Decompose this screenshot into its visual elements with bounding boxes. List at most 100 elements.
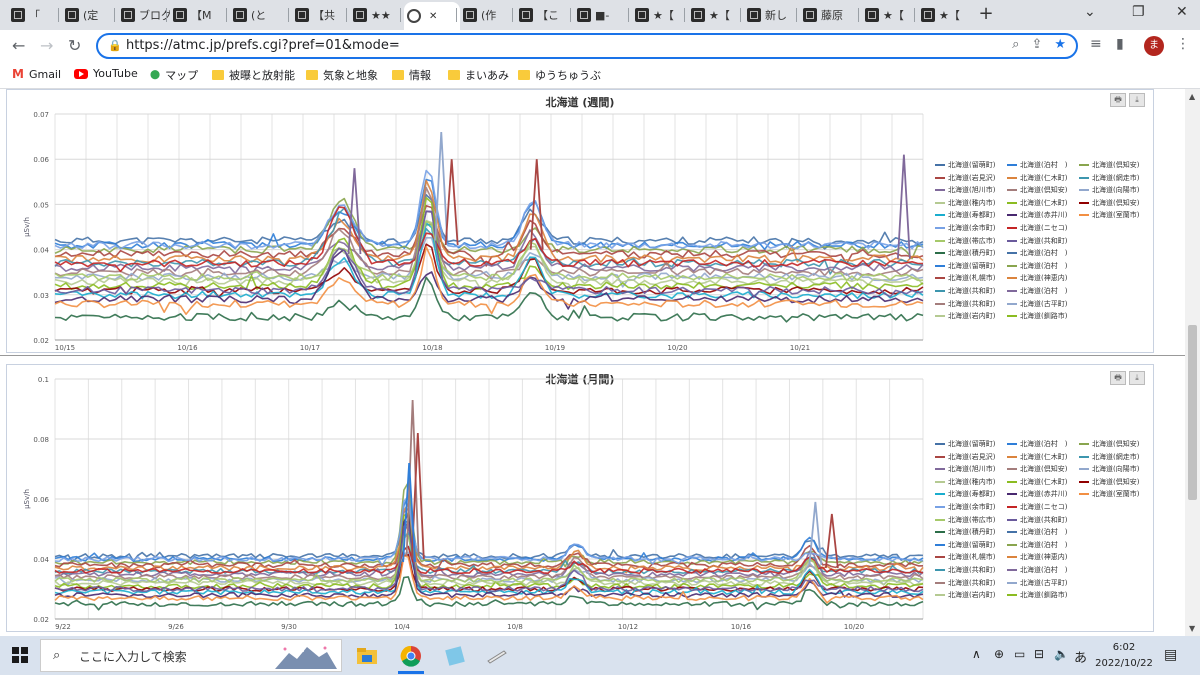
legend-item[interactable]: 北海道(室蘭市) [1079, 489, 1139, 499]
browser-tab[interactable]: 新し [744, 2, 796, 28]
legend-item[interactable]: 北海道(積丹町) [935, 527, 995, 537]
legend-item[interactable]: 北海道(古平町) [1007, 578, 1067, 588]
taskbar-search-box[interactable]: ⌕ ここに入力して検索 [40, 639, 342, 672]
legend-item[interactable]: 北海道(共和町) [1007, 236, 1067, 246]
legend-item[interactable]: 北海道(寿都町) [935, 489, 995, 499]
legend-item[interactable]: 北海道(余市町) [935, 502, 995, 512]
pen-app-icon[interactable] [486, 645, 508, 667]
bookmark-item[interactable]: 被曝と放射能 [212, 67, 295, 83]
legend-item[interactable]: 北海道(向陽市) [1079, 464, 1139, 474]
reload-icon[interactable]: ↻ [68, 36, 81, 55]
meet-now-icon[interactable]: ⊕ [994, 647, 1004, 661]
browser-tab[interactable]: (と [230, 2, 282, 28]
legend-item[interactable]: 北海道(仁木町) [1007, 173, 1067, 183]
browser-tab[interactable]: 【こ [516, 2, 568, 28]
legend-item[interactable]: 北海道(泊村 ) [1007, 439, 1067, 449]
browser-tab[interactable]: 【共 [292, 2, 344, 28]
browser-tab[interactable]: ★【 [918, 2, 970, 28]
browser-tab[interactable]: (定 [62, 2, 114, 28]
legend-item[interactable]: 北海道(岩見沢) [935, 452, 995, 462]
legend-item[interactable]: 北海道(ニセコ) [1007, 223, 1067, 233]
legend-item[interactable]: 北海道(ニセコ) [1007, 502, 1067, 512]
legend-item[interactable]: 北海道(稚内市) [935, 477, 995, 487]
legend-item[interactable]: 北海道(網走市) [1079, 173, 1139, 183]
legend-item[interactable]: 北海道(神恵内) [1007, 552, 1067, 562]
legend-item[interactable]: 北海道(共和町) [935, 286, 995, 296]
browser-tab[interactable]: 藤原 [800, 2, 852, 28]
legend-item[interactable]: 北海道(倶知安) [1007, 185, 1067, 195]
browser-tab[interactable]: ★★ [350, 2, 402, 28]
bookmark-item[interactable]: 情報 [392, 67, 431, 83]
legend-item[interactable]: 北海道(泊村 ) [1007, 248, 1067, 258]
browser-tab[interactable]: (作 [460, 2, 512, 28]
legend-item[interactable]: 北海道(岩見沢) [935, 173, 995, 183]
back-icon[interactable]: ← [12, 36, 25, 55]
legend-item[interactable]: 北海道(室蘭市) [1079, 210, 1139, 220]
bookmark-item[interactable]: まいあみ [448, 67, 509, 83]
forward-icon[interactable]: → [40, 36, 53, 55]
bookmark-star-icon[interactable]: ★ [1054, 37, 1066, 52]
legend-item[interactable]: 北海道(共和町) [935, 578, 995, 588]
legend-item[interactable]: 北海道(岩内町) [935, 590, 995, 600]
browser-tab[interactable]: ★【 [632, 2, 684, 28]
scroll-up-icon[interactable]: ▲ [1189, 92, 1195, 101]
legend-item[interactable]: 北海道(赤井川) [1007, 489, 1067, 499]
bookmark-item[interactable]: ⬤ マップ [150, 67, 198, 83]
legend-item[interactable]: 北海道(旭川市) [935, 185, 995, 195]
page-scrollbar[interactable]: ▲ ▼ [1185, 89, 1200, 636]
show-hidden-icons[interactable]: ∧ [972, 647, 981, 661]
legend-item[interactable]: 北海道(倶知安) [1007, 464, 1067, 474]
legend-item[interactable]: 北海道(積丹町) [935, 248, 995, 258]
legend-item[interactable]: 北海道(留萌町) [935, 540, 995, 550]
legend-item[interactable]: 北海道(共和町) [935, 299, 995, 309]
browser-tab[interactable]: ■- [574, 2, 626, 28]
legend-item[interactable]: 北海道(旭川市) [935, 464, 995, 474]
share-icon[interactable]: ⇪ [1031, 37, 1042, 52]
legend-item[interactable]: 北海道(札幌市) [935, 273, 995, 283]
browser-tab[interactable]: 【M [170, 2, 222, 28]
bookmark-item[interactable]: M Gmail [12, 67, 61, 81]
legend-item[interactable]: 北海道(泊村 ) [1007, 286, 1067, 296]
legend-item[interactable]: 北海道(網走市) [1079, 452, 1139, 462]
notes-app-icon[interactable] [444, 645, 466, 667]
legend-item[interactable]: 北海道(留萌町) [935, 160, 995, 170]
legend-item[interactable]: 北海道(倶知安) [1079, 439, 1139, 449]
legend-item[interactable]: 北海道(赤井川) [1007, 210, 1067, 220]
network-icon[interactable]: ⊟ [1034, 647, 1044, 661]
windows-start-icon[interactable] [12, 647, 28, 663]
legend-item[interactable]: 北海道(神恵内) [1007, 273, 1067, 283]
volume-icon[interactable]: 🔈 [1054, 647, 1069, 661]
restore-button[interactable]: ❐ [1132, 4, 1145, 20]
legend-item[interactable]: 北海道(仁木町) [1007, 452, 1067, 462]
legend-item[interactable]: 北海道(泊村 ) [1007, 160, 1067, 170]
browser-tab[interactable]: 「 [8, 2, 60, 28]
bookmark-item[interactable]: 気象と地象 [306, 67, 378, 83]
legend-item[interactable]: 北海道(倶知安) [1079, 198, 1139, 208]
legend-item[interactable]: 北海道(泊村 ) [1007, 527, 1067, 537]
legend-item[interactable]: 北海道(札幌市) [935, 552, 995, 562]
legend-item[interactable]: 北海道(倶知安) [1079, 477, 1139, 487]
new-tab-button[interactable]: + [976, 4, 996, 24]
close-window-button[interactable]: ✕ [1176, 4, 1188, 20]
file-explorer-icon[interactable] [356, 645, 378, 667]
legend-item[interactable]: 北海道(古平町) [1007, 299, 1067, 309]
legend-item[interactable]: 北海道(共和町) [1007, 515, 1067, 525]
legend-item[interactable]: 北海道(岩内町) [935, 311, 995, 321]
zoom-icon[interactable]: ⌕ [1012, 37, 1019, 52]
legend-item[interactable]: 北海道(仁木町) [1007, 477, 1067, 487]
legend-item[interactable]: 北海道(共和町) [935, 565, 995, 575]
scroll-down-icon[interactable]: ▼ [1189, 624, 1195, 633]
legend-item[interactable]: 北海道(倶知安) [1079, 160, 1139, 170]
legend-item[interactable]: 北海道(稚内市) [935, 198, 995, 208]
url-text[interactable]: https://atmc.jp/prefs.cgi?pref=01&mode= [126, 38, 400, 53]
minimize-button[interactable]: ⌄ [1084, 4, 1096, 20]
media-control-icon[interactable]: ≡ [1090, 36, 1102, 52]
scrollbar-thumb[interactable] [1188, 325, 1197, 500]
profile-avatar[interactable]: ま [1144, 36, 1164, 56]
legend-item[interactable]: 北海道(余市町) [935, 223, 995, 233]
battery-icon[interactable]: ▭ [1014, 647, 1025, 661]
bookmark-item[interactable]: YouTube [74, 67, 138, 80]
side-panel-icon[interactable]: ▮ [1116, 36, 1124, 52]
search-highlight-image[interactable] [275, 643, 337, 669]
legend-item[interactable]: 北海道(釧路市) [1007, 590, 1067, 600]
